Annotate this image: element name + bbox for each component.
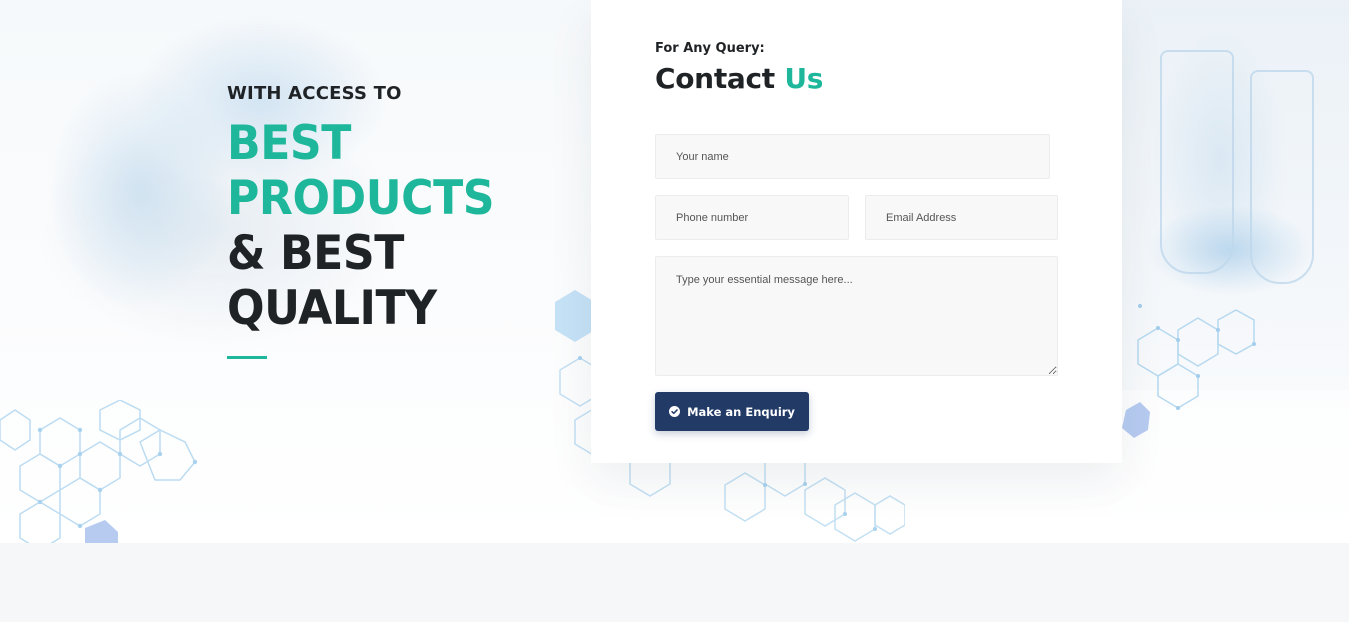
headline-divider — [227, 356, 267, 359]
phone-input[interactable] — [655, 195, 849, 240]
hero-title-line-4: QUALITY — [227, 281, 437, 336]
make-enquiry-button[interactable]: Make an Enquiry — [655, 392, 809, 431]
contact-form-card: For Any Query: Contact Us Make an Enquir… — [591, 0, 1122, 463]
hero-title-line-3: & BEST — [227, 226, 404, 281]
email-input[interactable] — [865, 195, 1058, 240]
molecule-pattern-left — [0, 400, 198, 543]
footer-band — [0, 543, 1349, 622]
flask-icon — [1250, 70, 1314, 284]
make-enquiry-label: Make an Enquiry — [687, 404, 795, 419]
contact-title-main: Contact — [655, 62, 775, 95]
check-circle-icon — [669, 406, 681, 417]
hero-title: BEST PRODUCTS & BEST QUALITY — [227, 116, 547, 336]
contact-kicker: For Any Query: — [655, 41, 765, 56]
contact-title: Contact Us — [655, 62, 823, 95]
flask-icon — [1160, 50, 1234, 274]
hero-kicker: WITH ACCESS TO — [227, 83, 402, 104]
hero-title-line-1: BEST — [227, 116, 351, 171]
message-textarea[interactable] — [655, 256, 1058, 376]
hero-title-line-2: PRODUCTS — [227, 171, 495, 226]
name-input[interactable] — [655, 134, 1050, 179]
contact-title-accent: Us — [784, 62, 824, 95]
hero-headline: WITH ACCESS TO BEST PRODUCTS & BEST QUAL… — [227, 84, 567, 359]
lab-photo-right — [1100, 0, 1349, 390]
